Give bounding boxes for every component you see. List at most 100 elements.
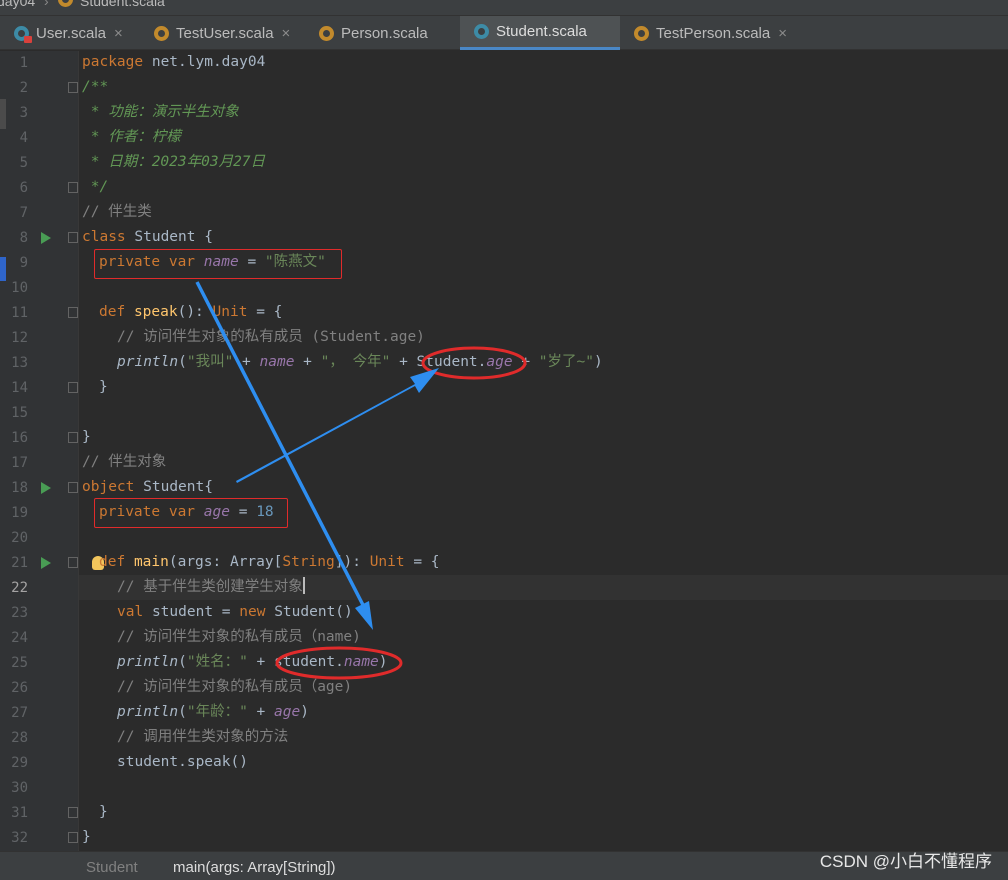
fold-icon[interactable] <box>68 432 78 443</box>
tab-label: TestUser.scala <box>176 24 274 42</box>
code-line-13: println("我叫" + name + "， 今年" + Student.a… <box>117 354 603 370</box>
line-number: 26 <box>11 680 28 696</box>
code-line-28: // 调用伴生类对象的方法 <box>117 729 289 745</box>
code-line-25: println("姓名：" + student.name) <box>117 654 388 670</box>
line-number: 13 <box>11 355 28 371</box>
line-number: 18 <box>11 480 28 496</box>
fold-icon[interactable] <box>68 182 78 193</box>
line-number: 29 <box>11 755 28 771</box>
line-number: 27 <box>11 705 28 721</box>
tab-person-scala[interactable]: Person.scala <box>305 16 460 50</box>
scope-crumb-class[interactable]: Student <box>86 859 138 876</box>
code-line-23: val student = new Student() <box>117 604 353 620</box>
line-number: 16 <box>11 430 28 446</box>
code-line-12: // 访问伴生对象的私有成员 (Student.age) <box>117 329 425 345</box>
code-line-2: /** <box>82 79 109 95</box>
run-icon[interactable] <box>41 557 51 569</box>
run-icon[interactable] <box>41 232 51 244</box>
annotation-arrow-to-student-age <box>236 368 439 483</box>
fold-icon[interactable] <box>68 382 78 393</box>
code-line-32: } <box>82 829 91 845</box>
code-line-6: */ <box>82 179 109 195</box>
run-icon[interactable] <box>41 482 51 494</box>
line-number: 28 <box>11 730 28 746</box>
scala-object-icon <box>634 25 649 41</box>
text-cursor <box>302 577 305 594</box>
tab-label: User.scala <box>36 24 107 42</box>
line-number: 11 <box>11 305 28 321</box>
fold-icon[interactable] <box>68 807 78 818</box>
close-icon[interactable]: × <box>778 25 787 42</box>
line-number: 3 <box>19 105 28 121</box>
fold-icon[interactable] <box>68 232 78 243</box>
line-number: 2 <box>19 80 28 96</box>
close-icon[interactable]: × <box>114 25 123 42</box>
code-line-1: package net.lym.day04 <box>82 54 266 70</box>
line-number: 6 <box>19 180 28 196</box>
code-line-3: * 功能：演示半生对象 <box>82 104 239 120</box>
code-line-21: def main(args: Array[String]): Unit = { <box>99 554 440 570</box>
tab-student-scala[interactable]: Student.scala <box>460 16 620 50</box>
scala-object-icon <box>154 25 169 41</box>
line-number: 14 <box>11 380 28 396</box>
scala-class-icon <box>14 25 32 43</box>
fold-icon[interactable] <box>68 307 78 318</box>
tab-user-scala[interactable]: User.scala × <box>0 16 140 50</box>
code-line-27: println("年龄：" + age) <box>117 704 309 720</box>
code-line-31: } <box>99 804 108 820</box>
tab-label: Person.scala <box>341 24 428 42</box>
fold-icon[interactable] <box>68 482 78 493</box>
code-line-22: // 基于伴生类创建学生对象 <box>117 577 305 595</box>
fold-icon[interactable] <box>68 557 78 568</box>
editor-tab-bar: User.scala × TestUser.scala × Person.sca… <box>0 16 1008 50</box>
line-number: 30 <box>11 780 28 796</box>
line-number: 21 <box>11 555 28 571</box>
scope-crumb-method[interactable]: main(args: Array[String]) <box>173 859 336 876</box>
line-number: 15 <box>11 405 28 421</box>
breadcrumb-separator: › <box>44 0 49 9</box>
code-line-24: // 访问伴生对象的私有成员（name) <box>117 629 361 645</box>
line-number: 1 <box>19 55 28 71</box>
code-line-8: class Student { <box>82 229 213 245</box>
line-number: 24 <box>11 630 28 646</box>
annotation-box-age <box>94 498 288 528</box>
line-number: 7 <box>19 205 28 221</box>
scala-object-icon <box>319 25 334 41</box>
line-number: 12 <box>11 330 28 346</box>
fold-icon[interactable] <box>68 82 78 93</box>
code-line-18: object Student{ <box>82 479 213 495</box>
line-number: 32 <box>11 830 28 846</box>
line-number: 20 <box>11 530 28 546</box>
line-number: 25 <box>11 655 28 671</box>
error-badge-icon <box>24 35 32 43</box>
line-number: 19 <box>11 505 28 521</box>
close-icon[interactable]: × <box>282 25 291 42</box>
code-line-26: // 访问伴生对象的私有成员（age) <box>117 679 353 695</box>
line-number: 31 <box>11 805 28 821</box>
line-number: 17 <box>11 455 28 471</box>
watermark: CSDN @小白不懂程序 <box>819 852 992 871</box>
breadcrumb-project[interactable]: day04 <box>0 0 35 9</box>
navigation-breadcrumb: day04 › Student.scala <box>0 0 1008 16</box>
code-line-14: } <box>99 379 108 395</box>
line-number: 4 <box>19 130 28 146</box>
code-line-5: * 日期：2023年03月27日 <box>82 154 266 170</box>
code-line-7: // 伴生类 <box>82 204 152 220</box>
code-line-17: // 伴生对象 <box>82 454 167 470</box>
code-line-11: def speak(): Unit = { <box>99 304 283 320</box>
line-number: 8 <box>19 230 28 246</box>
line-number: 23 <box>11 605 28 621</box>
line-number-current: 22 <box>11 580 28 596</box>
annotation-box-name <box>94 249 342 279</box>
tab-testuser-scala[interactable]: TestUser.scala × <box>140 16 305 50</box>
tab-label: Student.scala <box>496 23 587 40</box>
tab-label: TestPerson.scala <box>656 24 771 42</box>
line-number: 5 <box>19 155 28 171</box>
breadcrumb-file[interactable]: Student.scala <box>80 0 165 9</box>
line-number: 10 <box>11 280 28 296</box>
scala-class-icon <box>474 24 489 39</box>
fold-icon[interactable] <box>68 832 78 843</box>
tab-testperson-scala[interactable]: TestPerson.scala × <box>620 16 810 50</box>
line-number: 9 <box>19 255 28 271</box>
code-line-29: student.speak() <box>117 754 248 770</box>
